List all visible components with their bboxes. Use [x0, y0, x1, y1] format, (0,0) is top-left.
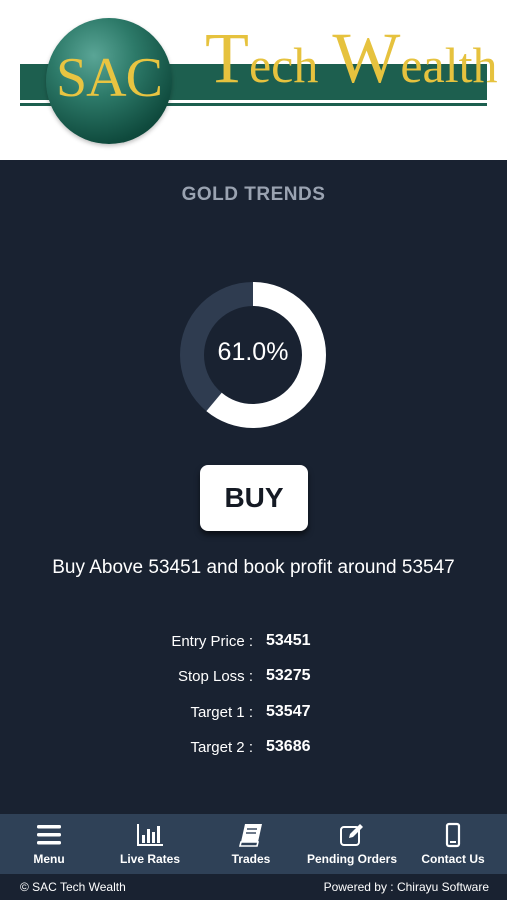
- app-header: SAC Tech Wealth: [0, 0, 507, 160]
- nav-label: Contact Us: [421, 852, 485, 866]
- logo-letter-w: W: [332, 18, 401, 98]
- detail-row-target-2: Target 2 : 53686: [0, 737, 507, 761]
- page-title: GOLD TRENDS: [181, 184, 326, 205]
- detail-value: 53686: [266, 738, 311, 755]
- footer-copyright: © SAC Tech Wealth: [20, 880, 126, 894]
- nav-label: Menu: [33, 852, 65, 866]
- nav-live-rates[interactable]: Live Rates: [108, 814, 192, 874]
- book-icon: [238, 824, 262, 847]
- detail-label: Target 2 :: [190, 739, 253, 756]
- nav-label: Live Rates: [119, 852, 181, 866]
- trend-gauge: 61.0%: [178, 280, 328, 430]
- nav-pending-orders[interactable]: Pending Orders: [304, 814, 400, 874]
- signal-advice: Buy Above 53451 and book profit around 5…: [52, 557, 455, 578]
- logo-text-ech: ech: [248, 37, 319, 93]
- phone-icon: [445, 822, 461, 848]
- detail-value: 53275: [266, 667, 311, 684]
- logo-brand-text: Tech Wealth: [205, 18, 498, 105]
- nav-menu[interactable]: Menu: [8, 814, 90, 874]
- logo-sac-text: SAC: [56, 47, 163, 109]
- edit-icon: [340, 824, 363, 846]
- nav-label: Trades: [231, 852, 271, 866]
- menu-icon: [37, 825, 61, 845]
- gauge-percent-label: 61.0%: [217, 338, 289, 366]
- nav-label: Pending Orders: [306, 852, 398, 866]
- footer-powered-by: Powered by : Chirayu Software: [323, 880, 489, 894]
- detail-row-target-1: Target 1 : 53547: [0, 702, 507, 726]
- detail-label: Entry Price :: [171, 633, 253, 650]
- nav-trades[interactable]: Trades: [210, 814, 292, 874]
- logo-letter-t: T: [205, 18, 249, 98]
- detail-value: 53547: [266, 703, 311, 720]
- detail-label: Target 1 :: [190, 704, 253, 721]
- detail-value: 53451: [266, 632, 311, 649]
- bottom-nav: Menu Live Rates Trades Pending Orders Co…: [0, 814, 507, 874]
- detail-label: Stop Loss :: [177, 668, 253, 685]
- detail-row-entry-price: Entry Price : 53451: [0, 631, 507, 655]
- logo-text-ealth: ealth: [400, 37, 498, 93]
- bar-chart-icon: [137, 824, 163, 846]
- detail-row-stop-loss: Stop Loss : 53275: [0, 666, 507, 690]
- buy-button[interactable]: BUY: [200, 465, 308, 531]
- nav-contact-us[interactable]: Contact Us: [414, 814, 492, 874]
- footer: © SAC Tech Wealth Powered by : Chirayu S…: [0, 874, 507, 900]
